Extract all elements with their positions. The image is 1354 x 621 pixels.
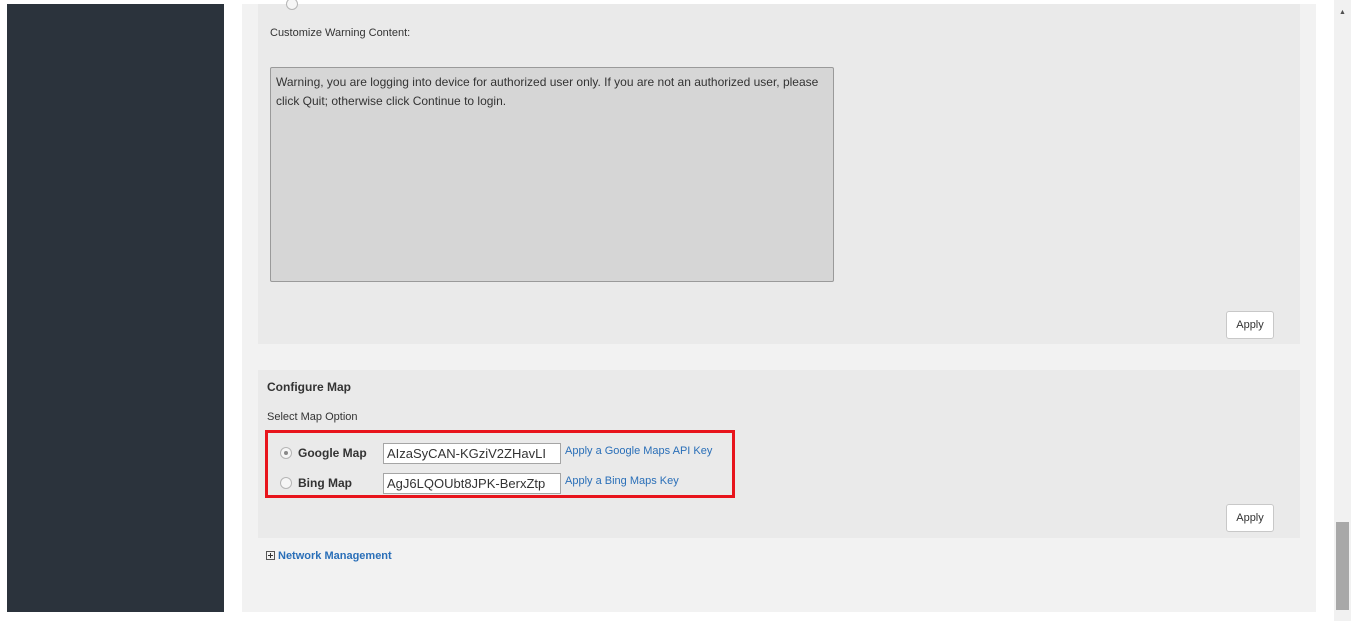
- main-content: Customize Warning Content: Warning, you …: [242, 0, 1316, 612]
- google-map-api-key-input[interactable]: [383, 443, 561, 464]
- plus-square-icon: [266, 551, 275, 560]
- configure-map-panel: Configure Map Select Map Option Google M…: [258, 370, 1300, 538]
- warning-panel: Customize Warning Content: Warning, you …: [258, 0, 1300, 344]
- warning-apply-button[interactable]: Apply: [1226, 311, 1274, 339]
- partial-radio-button[interactable]: [286, 0, 298, 10]
- app-window: Customize Warning Content: Warning, you …: [0, 0, 1354, 621]
- map-options-highlight: Google Map Apply a Google Maps API Key B…: [265, 430, 735, 498]
- sidebar: [7, 4, 224, 612]
- bing-map-api-key-input[interactable]: [383, 473, 561, 494]
- bing-map-radio[interactable]: [280, 477, 292, 489]
- vertical-scrollbar[interactable]: ▲: [1334, 0, 1351, 621]
- scroll-up-arrow-icon[interactable]: ▲: [1334, 6, 1351, 20]
- network-management-label: Network Management: [278, 550, 392, 562]
- bing-map-option: Bing Map Apply a Bing Maps Key: [268, 472, 732, 496]
- scroll-down-arrow-icon[interactable]: [1334, 607, 1351, 621]
- google-map-label: Google Map: [298, 446, 367, 460]
- google-map-option: Google Map Apply a Google Maps API Key: [268, 442, 732, 466]
- scrollbar-thumb[interactable]: [1336, 522, 1349, 610]
- apply-bing-maps-key-link[interactable]: Apply a Bing Maps Key: [565, 475, 679, 487]
- select-map-option-label: Select Map Option: [267, 411, 358, 423]
- map-apply-button[interactable]: Apply: [1226, 504, 1274, 532]
- warning-content-label: Customize Warning Content:: [270, 27, 411, 39]
- warning-content-textarea[interactable]: Warning, you are logging into device for…: [270, 67, 834, 282]
- google-map-radio[interactable]: [280, 447, 292, 459]
- configure-map-title: Configure Map: [267, 380, 351, 394]
- bing-map-label: Bing Map: [298, 476, 352, 490]
- network-management-toggle[interactable]: Network Management: [266, 550, 392, 562]
- apply-google-maps-key-link[interactable]: Apply a Google Maps API Key: [565, 445, 712, 457]
